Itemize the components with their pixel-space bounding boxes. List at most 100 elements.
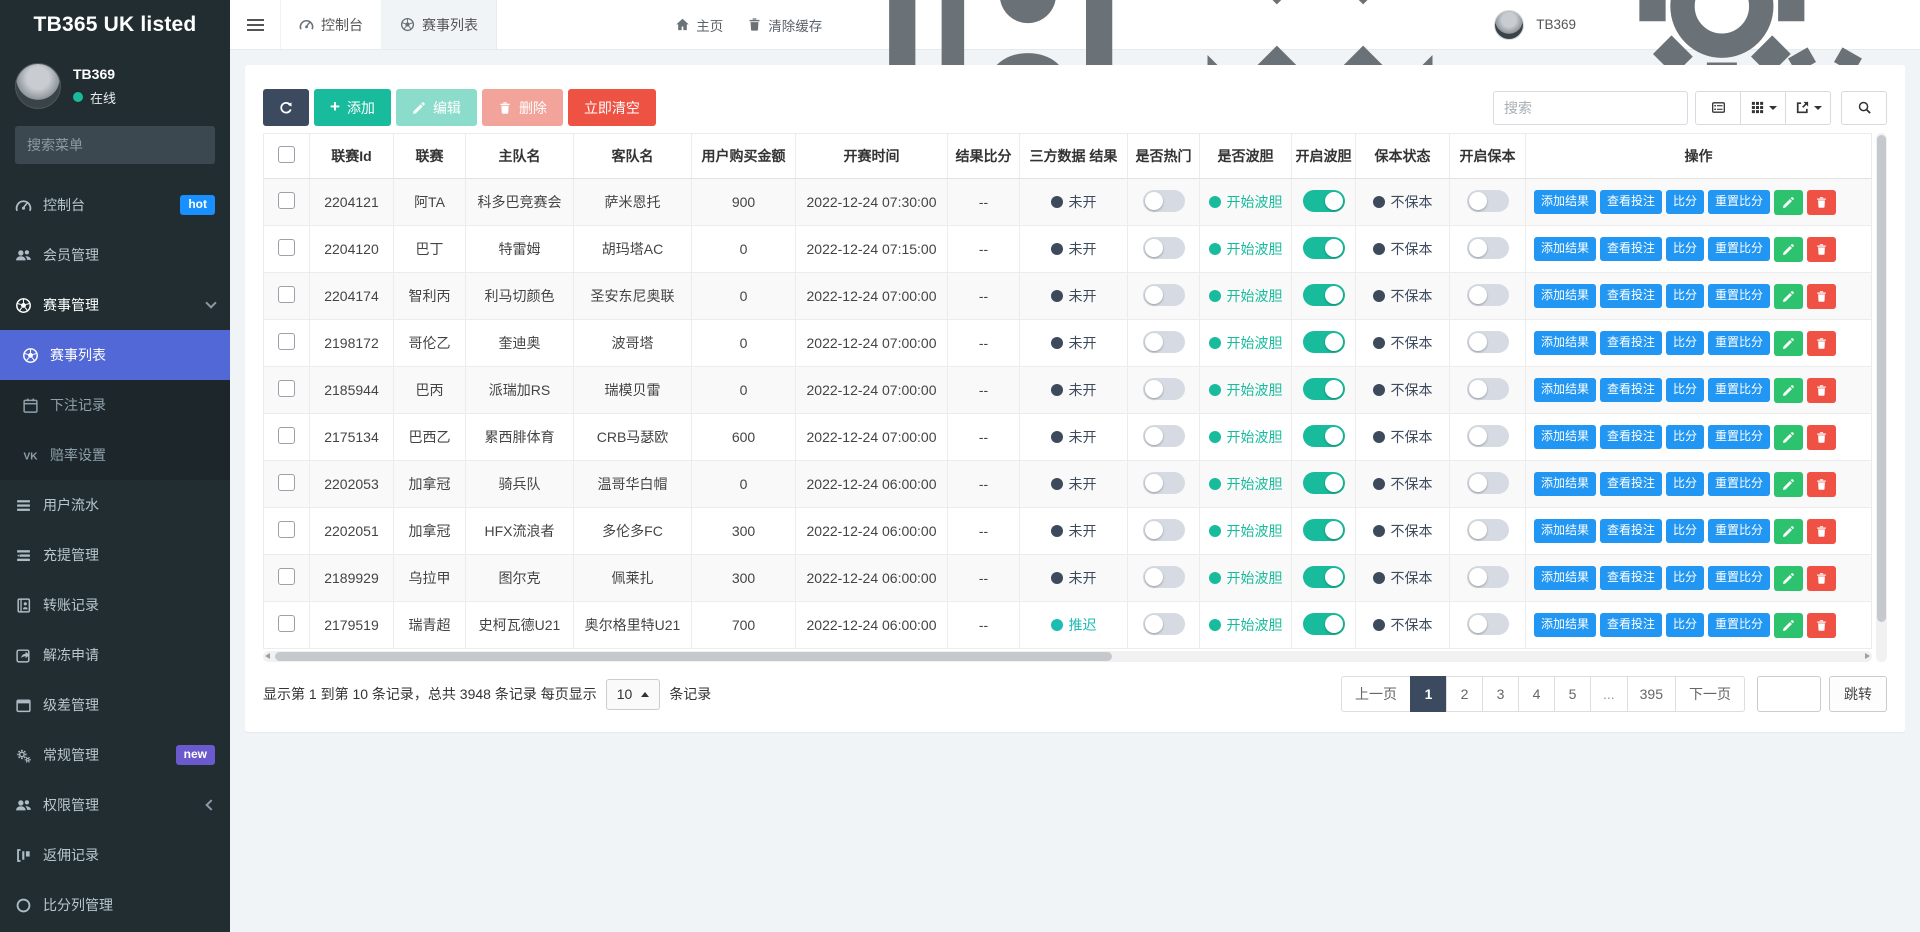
view-bets-button[interactable]: 查看投注 — [1600, 331, 1663, 355]
edit-row-button[interactable] — [1774, 189, 1804, 215]
bodan-toggle[interactable] — [1302, 236, 1345, 259]
topbar-username[interactable]: TB369 — [1536, 17, 1576, 32]
edit-row-button[interactable] — [1774, 471, 1804, 497]
sidebar-item-permission-manage[interactable]: 权限管理 — [0, 780, 230, 830]
edit-row-button[interactable] — [1774, 330, 1804, 356]
delete-row-button[interactable] — [1807, 518, 1837, 544]
sidebar-item-odds-settings[interactable]: VK 赔率设置 — [0, 430, 230, 480]
view-bets-button[interactable]: 查看投注 — [1600, 378, 1663, 402]
row-checkbox[interactable] — [278, 192, 295, 209]
baoben-toggle[interactable] — [1466, 189, 1509, 212]
add-result-button[interactable]: 添加结果 — [1534, 425, 1597, 449]
delete-button[interactable]: 删除 — [481, 89, 563, 126]
add-result-button[interactable]: 添加结果 — [1534, 378, 1597, 402]
score-button[interactable]: 比分 — [1666, 331, 1705, 355]
view-bets-button[interactable]: 查看投注 — [1600, 190, 1663, 214]
tab-console[interactable]: 控制台 — [280, 0, 381, 49]
page-size-dropdown[interactable]: 10 — [605, 678, 661, 710]
reset-score-button[interactable]: 重置比分 — [1708, 519, 1771, 543]
horizontal-scroll-thumb[interactable] — [275, 652, 1112, 661]
add-result-button[interactable]: 添加结果 — [1534, 613, 1597, 637]
sidebar-item-level-diff[interactable]: 级差管理 — [0, 680, 230, 730]
edit-row-button[interactable] — [1774, 518, 1804, 544]
page-button[interactable]: 2 — [1445, 676, 1483, 712]
add-result-button[interactable]: 添加结果 — [1534, 331, 1597, 355]
search-submit-button[interactable] — [1841, 90, 1887, 125]
delete-row-button[interactable] — [1807, 471, 1837, 497]
baoben-toggle[interactable] — [1466, 330, 1509, 353]
select-all-checkbox[interactable] — [278, 146, 295, 163]
horizontal-scrollbar[interactable] — [263, 651, 1872, 662]
score-button[interactable]: 比分 — [1666, 190, 1705, 214]
page-ellipsis[interactable]: ... — [1589, 676, 1628, 712]
reset-score-button[interactable]: 重置比分 — [1708, 378, 1771, 402]
view-bets-button[interactable]: 查看投注 — [1600, 519, 1663, 543]
reset-score-button[interactable]: 重置比分 — [1708, 284, 1771, 308]
row-checkbox[interactable] — [278, 615, 295, 632]
view-bets-button[interactable]: 查看投注 — [1600, 425, 1663, 449]
sidebar-item-score-column-manage[interactable]: 比分列管理 — [0, 880, 230, 930]
scroll-right-arrow-icon[interactable] — [1865, 653, 1870, 659]
hot-toggle[interactable] — [1142, 236, 1185, 259]
page-button[interactable]: 395 — [1626, 676, 1676, 712]
hot-toggle[interactable] — [1142, 518, 1185, 541]
hot-toggle[interactable] — [1142, 565, 1185, 588]
jump-button[interactable]: 跳转 — [1829, 676, 1887, 712]
clear-cache-link[interactable]: 清除缓存 — [747, 15, 822, 35]
hot-toggle[interactable] — [1142, 471, 1185, 494]
edit-row-button[interactable] — [1774, 236, 1804, 262]
edit-button[interactable]: 编辑 — [395, 89, 477, 126]
hot-toggle[interactable] — [1142, 612, 1185, 635]
sidebar-item-transfer-records[interactable]: 转账记录 — [0, 580, 230, 630]
edit-row-button[interactable] — [1774, 283, 1804, 309]
page-button[interactable]: 3 — [1481, 676, 1519, 712]
baoben-toggle[interactable] — [1466, 283, 1509, 306]
delete-row-button[interactable] — [1807, 612, 1837, 638]
edit-row-button[interactable] — [1774, 612, 1804, 638]
sidebar-item-members[interactable]: 会员管理 — [0, 230, 230, 280]
sidebar-item-match-manage[interactable]: 赛事管理 — [0, 280, 230, 330]
bodan-toggle[interactable] — [1302, 612, 1345, 635]
delete-row-button[interactable] — [1807, 283, 1837, 309]
sidebar-item-console[interactable]: 控制台 hot — [0, 180, 230, 230]
jump-page-input[interactable] — [1757, 676, 1821, 712]
baoben-toggle[interactable] — [1466, 377, 1509, 400]
row-checkbox[interactable] — [278, 427, 295, 444]
reset-score-button[interactable]: 重置比分 — [1708, 472, 1771, 496]
clear-all-button[interactable]: 立即清空 — [567, 89, 656, 126]
delete-row-button[interactable] — [1807, 236, 1837, 262]
add-result-button[interactable]: 添加结果 — [1534, 284, 1597, 308]
delete-row-button[interactable] — [1807, 189, 1837, 215]
hot-toggle[interactable] — [1142, 189, 1185, 212]
next-page-button[interactable]: 下一页 — [1675, 676, 1745, 712]
hot-toggle[interactable] — [1142, 283, 1185, 306]
row-checkbox[interactable] — [278, 286, 295, 303]
view-bets-button[interactable]: 查看投注 — [1600, 284, 1663, 308]
view-bets-button[interactable]: 查看投注 — [1600, 613, 1663, 637]
baoben-toggle[interactable] — [1466, 518, 1509, 541]
row-checkbox[interactable] — [278, 380, 295, 397]
avatar[interactable] — [1494, 9, 1525, 40]
detail-view-button[interactable] — [1695, 90, 1741, 125]
add-result-button[interactable]: 添加结果 — [1534, 472, 1597, 496]
page-button[interactable]: 5 — [1553, 676, 1591, 712]
table-search-input[interactable] — [1493, 90, 1688, 125]
row-checkbox[interactable] — [278, 568, 295, 585]
bodan-toggle[interactable] — [1302, 330, 1345, 353]
row-checkbox[interactable] — [278, 521, 295, 538]
bodan-toggle[interactable] — [1302, 518, 1345, 541]
vertical-scrollbar[interactable] — [1876, 133, 1887, 662]
add-result-button[interactable]: 添加结果 — [1534, 519, 1597, 543]
sidebar-item-unfreeze-apply[interactable]: 解冻申请 — [0, 630, 230, 680]
delete-row-button[interactable] — [1807, 377, 1837, 403]
score-button[interactable]: 比分 — [1666, 472, 1705, 496]
score-button[interactable]: 比分 — [1666, 613, 1705, 637]
bodan-toggle[interactable] — [1302, 283, 1345, 306]
baoben-toggle[interactable] — [1466, 424, 1509, 447]
home-link[interactable]: 主页 — [675, 15, 723, 35]
score-button[interactable]: 比分 — [1666, 284, 1705, 308]
reset-score-button[interactable]: 重置比分 — [1708, 613, 1771, 637]
edit-row-button[interactable] — [1774, 565, 1804, 591]
bodan-toggle[interactable] — [1302, 424, 1345, 447]
edit-row-button[interactable] — [1774, 377, 1804, 403]
